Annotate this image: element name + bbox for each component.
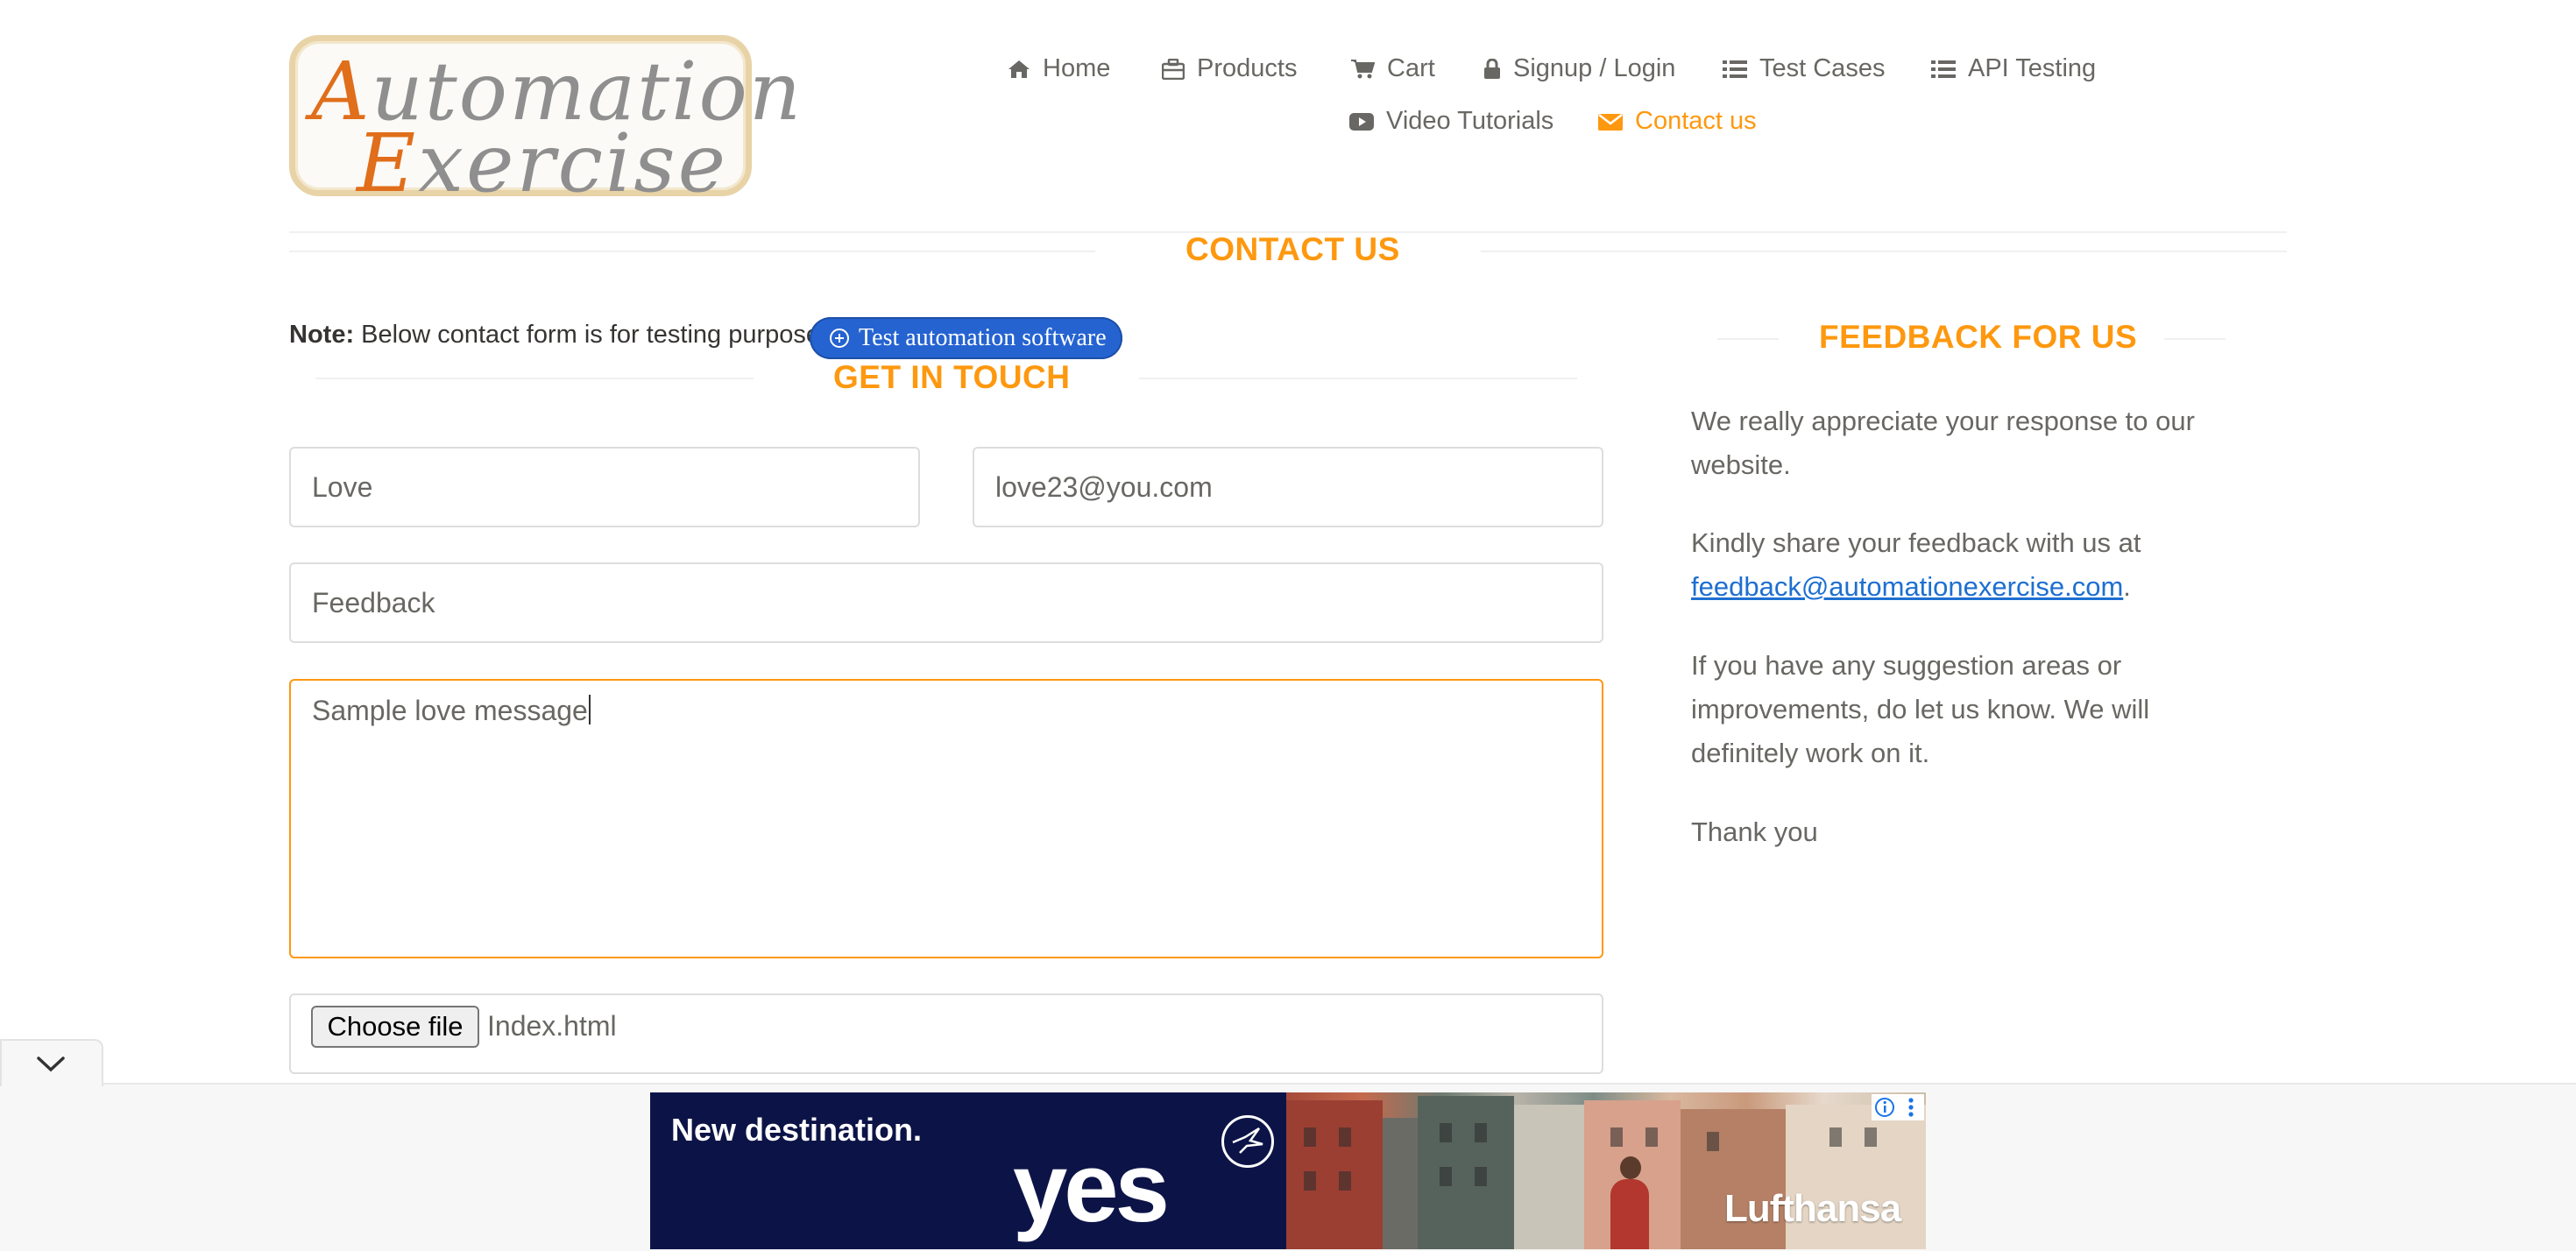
ad-choices[interactable] <box>1872 1094 1924 1120</box>
subject-input-value: Feedback <box>312 586 435 618</box>
briefcase-icon <box>1162 58 1185 80</box>
ad-collapse-button[interactable] <box>0 1039 103 1086</box>
contact-heading-line-right <box>1481 251 2287 252</box>
nav-home-label: Home <box>1043 54 1111 82</box>
feedback-p2-period: . <box>2123 571 2131 602</box>
feedback-p3-line3: definitely work on it. <box>1691 738 1930 768</box>
photo-building-1 <box>1286 1100 1383 1249</box>
nav-api-testing[interactable]: API Testing <box>1931 54 2096 83</box>
message-textarea[interactable]: Sample love message <box>289 679 1603 958</box>
feedback-title: FEEDBACK FOR US <box>1819 319 2138 355</box>
photo-person-head <box>1620 1156 1641 1179</box>
feedback-p1-line2: website. <box>1691 449 1791 480</box>
nav-api-testing-label: API Testing <box>1968 54 2097 82</box>
nav-cart[interactable]: Cart <box>1350 54 1435 83</box>
badge-label: Test automation software <box>859 324 1107 351</box>
more-vertical-icon <box>1908 1098 1914 1117</box>
note-text: Below contact form is for testing purpos… <box>354 321 828 349</box>
nav-contact-label: Contact us <box>1635 107 1757 135</box>
nav-products[interactable]: Products <box>1162 54 1297 83</box>
logo-text-2: xercise <box>418 117 729 210</box>
nav-products-label: Products <box>1197 54 1298 82</box>
feedback-thank-you: Thank you <box>1691 816 1818 847</box>
get-in-touch-title: GET IN TOUCH <box>833 359 1071 395</box>
logo-cap-e: E <box>357 117 419 210</box>
feedback-heading-line-right <box>2164 338 2226 340</box>
contact-us-title: CONTACT US <box>1185 231 1400 267</box>
info-icon <box>1875 1098 1894 1117</box>
feedback-p3-line2: improvements, do let us know. We will <box>1691 694 2150 724</box>
subject-input[interactable]: Feedback <box>289 562 1603 643</box>
touch-heading-line-left <box>315 378 754 379</box>
lock-icon <box>1484 58 1500 79</box>
youtube-icon <box>1349 112 1374 131</box>
site-logo[interactable]: Automation Exercise <box>289 35 801 210</box>
home-icon <box>1008 60 1030 78</box>
plus-circle-icon <box>830 329 849 348</box>
photo-building-3 <box>1418 1096 1514 1249</box>
nav-signup-label: Signup / Login <box>1513 54 1676 82</box>
ad-creative-left[interactable]: New destination. yes <box>650 1092 1286 1249</box>
feedback-paragraph-2: Kindly share your feedback with us at fe… <box>1691 521 2141 609</box>
nav-test-cases-label: Test Cases <box>1759 54 1886 82</box>
nav-contact-us[interactable]: Contact us <box>1598 107 1757 136</box>
email-input-value: love23@you.com <box>995 470 1213 503</box>
crane-logo-icon <box>1221 1115 1274 1168</box>
touch-heading-line-right <box>1139 378 1577 379</box>
choose-file-button[interactable]: Choose file <box>311 1006 479 1048</box>
name-input-value: Love <box>312 470 373 503</box>
ad-brand: Lufthansa <box>1724 1187 1901 1230</box>
ad-headline: New destination. <box>671 1112 923 1148</box>
feedback-email-link[interactable]: feedback@automationexercise.com <box>1691 571 2123 602</box>
text-caret <box>588 695 591 724</box>
nav-signup-login[interactable]: Signup / Login <box>1483 54 1675 83</box>
testing-note: Note: Below contact form is for testing … <box>289 321 827 350</box>
nav-video-tutorials[interactable]: Video Tutorials <box>1349 107 1553 136</box>
photo-building-2 <box>1383 1118 1418 1249</box>
feedback-p1-line1: We really appreciate your response to ou… <box>1691 406 2195 436</box>
ad-creative-photo[interactable]: Lufthansa <box>1286 1092 1926 1249</box>
envelope-icon <box>1598 113 1623 131</box>
feedback-paragraph-1: We really appreciate your response to ou… <box>1691 399 2195 487</box>
list-icon <box>1723 60 1747 78</box>
selected-file-name: Index.html <box>487 1010 617 1042</box>
nav-cart-label: Cart <box>1387 54 1435 82</box>
name-input[interactable]: Love <box>289 447 920 527</box>
nav-video-label: Video Tutorials <box>1386 107 1554 135</box>
contact-heading-line-left <box>289 251 1095 252</box>
list-icon <box>1931 60 1956 78</box>
nav-test-cases[interactable]: Test Cases <box>1723 54 1885 83</box>
feedback-heading-line-left <box>1717 338 1779 340</box>
test-automation-badge[interactable]: Test automation software <box>810 317 1122 359</box>
note-label: Note: <box>289 321 355 349</box>
feedback-paragraph-3: If you have any suggestion areas or impr… <box>1691 644 2149 775</box>
feedback-p3-line1: If you have any suggestion areas or <box>1691 650 2122 681</box>
email-input[interactable]: love23@you.com <box>973 447 1603 527</box>
nav-home[interactable]: Home <box>1008 54 1110 83</box>
chevron-down-icon <box>37 1057 65 1072</box>
feedback-p2-line1: Kindly share your feedback with us at <box>1691 527 2141 558</box>
message-textarea-value: Sample love message <box>312 695 588 726</box>
cart-icon <box>1351 59 1375 78</box>
ad-big-word: yes <box>1013 1133 1170 1242</box>
file-upload-field[interactable] <box>289 993 1603 1074</box>
photo-person <box>1610 1179 1649 1249</box>
photo-building-4 <box>1514 1105 1584 1249</box>
